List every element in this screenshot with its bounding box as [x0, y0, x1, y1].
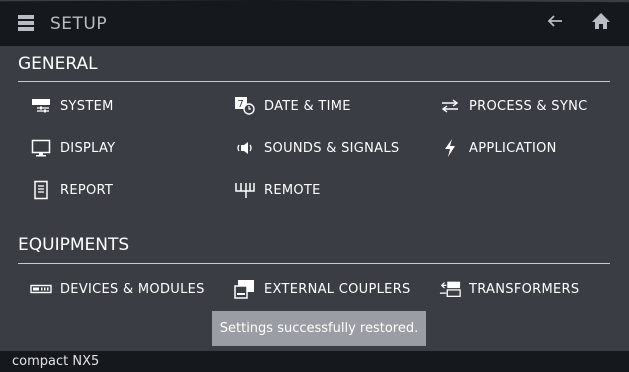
menu-item-system[interactable]: SYSTEM	[30, 95, 114, 117]
home-icon[interactable]	[591, 11, 611, 31]
top-bar: SETUP	[0, 0, 629, 46]
menu-item-transformers[interactable]: TRANSFORMERS	[439, 278, 579, 300]
svg-text:7: 7	[238, 99, 244, 110]
speaker-icon	[234, 138, 256, 158]
back-arrow-icon[interactable]	[546, 12, 564, 30]
footer-bar: compact NX5	[0, 351, 629, 372]
divider	[18, 263, 610, 264]
toast-notification: Settings successfully restored.	[212, 311, 426, 346]
menu-item-devices-modules[interactable]: DEVICES & MODULES	[30, 278, 205, 300]
date-time-icon: 7	[234, 96, 256, 116]
report-icon	[30, 180, 52, 200]
couplers-icon	[234, 279, 256, 299]
process-sync-icon	[439, 96, 461, 116]
devices-icon	[30, 279, 52, 299]
menu-item-remote[interactable]: REMOTE	[234, 179, 321, 201]
divider	[18, 81, 610, 82]
menu-item-application[interactable]: APPLICATION	[439, 137, 557, 159]
menu-item-label: APPLICATION	[469, 140, 557, 156]
menu-item-label: DATE & TIME	[264, 98, 351, 114]
menu-item-report[interactable]: REPORT	[30, 179, 113, 201]
lightning-icon	[439, 138, 461, 158]
page-title: SETUP	[50, 14, 108, 34]
system-icon	[30, 96, 52, 116]
display-icon	[30, 138, 52, 158]
menu-item-label: EXTERNAL COUPLERS	[264, 281, 411, 297]
remote-icon	[234, 180, 256, 200]
menu-item-label: PROCESS & SYNC	[469, 98, 588, 114]
menu-item-label: SOUNDS & SIGNALS	[264, 140, 400, 156]
menu-item-sounds-signals[interactable]: SOUNDS & SIGNALS	[234, 137, 399, 159]
menu-item-label: TRANSFORMERS	[469, 281, 580, 297]
menu-item-process-sync[interactable]: PROCESS & SYNC	[439, 95, 588, 117]
section-title-equipments: EQUIPMENTS	[18, 235, 130, 255]
menu-item-external-couplers[interactable]: EXTERNAL COUPLERS	[234, 278, 411, 300]
menu-item-label: REMOTE	[264, 182, 321, 198]
menu-item-label: SYSTEM	[60, 98, 114, 114]
menu-item-display[interactable]: DISPLAY	[30, 137, 115, 159]
menu-item-label: DEVICES & MODULES	[60, 281, 205, 297]
menu-item-label: DISPLAY	[60, 140, 116, 156]
menu-item-label: REPORT	[60, 182, 114, 198]
device-name: compact NX5	[12, 354, 100, 369]
transformers-icon	[439, 279, 461, 299]
menu-item-date-time[interactable]: 7 DATE & TIME	[234, 95, 351, 117]
section-title-general: GENERAL	[18, 54, 98, 74]
menu-icon[interactable]	[18, 15, 34, 31]
